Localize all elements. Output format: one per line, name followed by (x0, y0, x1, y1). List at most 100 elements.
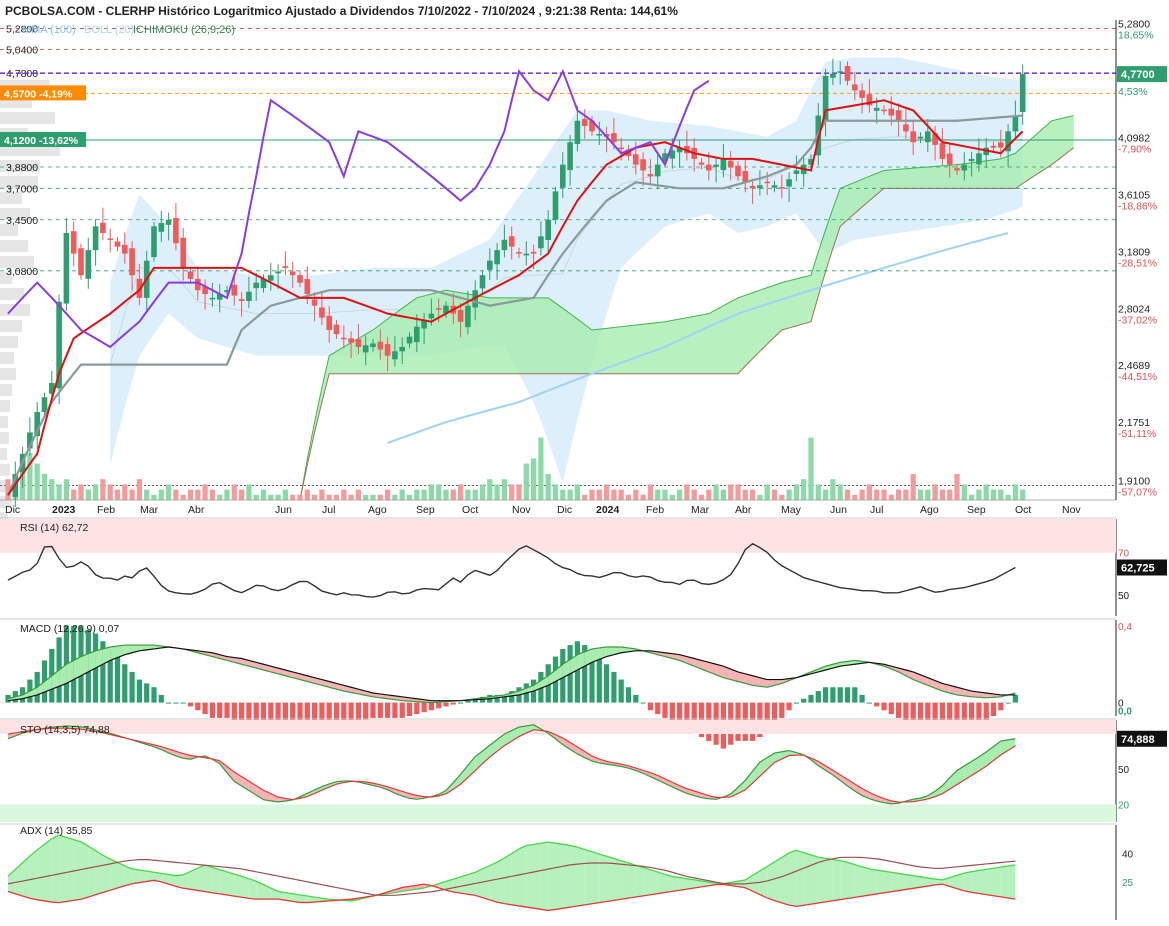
volume-bar (954, 474, 960, 500)
adx-di-fill (657, 872, 665, 894)
adx-di-fill (884, 871, 892, 893)
x-axis-label: May (781, 504, 802, 516)
volume-profile-bar (0, 400, 10, 412)
candle-body (399, 346, 405, 352)
candle-body (779, 187, 785, 189)
macd-label: MACD (12,26,9) 0,07 (20, 623, 119, 635)
volume-bar (604, 484, 610, 500)
volume-bar (866, 484, 872, 500)
adx-di-fill (650, 869, 658, 895)
volume-bar (786, 489, 792, 500)
sto-overbought-zone (0, 720, 1116, 735)
adx-di-fill (818, 857, 826, 903)
candle-body (516, 252, 522, 254)
current-price-tag: 4,7700 (1121, 69, 1155, 81)
rsi-tag: 62,725 (1121, 563, 1155, 575)
candle-body (465, 305, 471, 328)
current-price-pct: 4,53% (1118, 86, 1148, 98)
volume-bar (917, 489, 924, 500)
volume-bar (100, 479, 106, 500)
volume-bar (436, 484, 442, 500)
x-axis-label: Jun (830, 504, 847, 516)
volume-bar (574, 484, 580, 500)
volume-bar (355, 489, 361, 500)
volume-bar (458, 484, 464, 500)
volume-bar (596, 489, 602, 500)
volume-profile-bar (0, 416, 8, 428)
volume-bar (823, 489, 829, 500)
adx-di-fill (519, 845, 527, 908)
macd-histogram-bar (618, 679, 624, 703)
adx-di-fill (511, 848, 519, 906)
candle-body (895, 110, 902, 121)
volume-bar (655, 489, 661, 500)
volume-bar (881, 489, 887, 500)
candle-body (151, 226, 157, 258)
macd-histogram-bar (604, 664, 610, 703)
adx-di-fill (832, 859, 841, 901)
adx-di-fill (548, 842, 556, 911)
candle-body (764, 181, 770, 184)
candle-body (706, 164, 712, 171)
adx-di-fill (978, 869, 987, 895)
volume-bar (669, 494, 675, 500)
macd-histogram-bar (363, 702, 369, 720)
volume-bar (647, 484, 653, 500)
candle-body (771, 185, 778, 188)
level-label: 3,0800 (6, 266, 38, 278)
adx-di-fill (825, 858, 833, 902)
volume-bar (837, 484, 843, 500)
candle-body (70, 231, 77, 254)
volume-bar (224, 489, 230, 500)
candle-body (757, 185, 763, 189)
volume-bar (801, 479, 807, 500)
macd-histogram-bar (385, 702, 391, 718)
macd-histogram-bar (370, 702, 376, 718)
volume-bar (217, 494, 223, 500)
candle-body (501, 239, 508, 251)
macd-histogram-bar (158, 694, 164, 703)
volume-bar (136, 479, 142, 500)
volume-bar (414, 489, 420, 500)
volume-bar (939, 489, 945, 500)
right-tick-pct: -44,51% (1118, 371, 1157, 383)
candle-body (414, 326, 420, 343)
x-axis-label: Jul (870, 504, 883, 516)
adx-di-fill (37, 844, 45, 901)
candle-body (552, 191, 559, 220)
volume-bar (377, 494, 383, 500)
macd-histogram-bar (195, 702, 201, 711)
adx-di-fill (132, 868, 140, 884)
volume-bar (78, 484, 84, 500)
candle-body (63, 233, 70, 304)
volume-bar (63, 479, 69, 500)
adx-di-fill (66, 837, 74, 902)
volume-bar (312, 494, 318, 500)
adx-di-fill (964, 871, 972, 893)
x-axis-label: Dic (5, 504, 20, 516)
macd-histogram-bar (793, 702, 799, 704)
rsi-panel: RSI (14) 62,72 70 50 62,725 (0, 517, 1167, 616)
candle-body (786, 179, 792, 187)
adx-di-fill (854, 864, 863, 898)
candle-body (596, 134, 603, 136)
volume-bar (122, 484, 128, 500)
sto-level-20: 20 (1118, 800, 1130, 811)
adx-di-fill (234, 874, 242, 898)
macd-tag: 0,0 (1118, 707, 1132, 718)
volume-bar (925, 489, 931, 500)
candle-body (545, 219, 551, 240)
volume-bar (41, 474, 48, 500)
candle-body (122, 244, 128, 254)
candle-body (158, 223, 165, 232)
adx-di-fill (205, 865, 213, 893)
level-flag-label: 4,5700 -4,19% (4, 88, 73, 100)
candle-body (85, 250, 92, 279)
volume-bar (246, 484, 252, 500)
volume-bar (567, 489, 573, 500)
adx-di-fill (635, 865, 644, 898)
volume-bar (260, 489, 267, 500)
volume-bar (333, 494, 340, 500)
adx-di-fill (577, 847, 585, 907)
volume-bar (771, 489, 778, 500)
